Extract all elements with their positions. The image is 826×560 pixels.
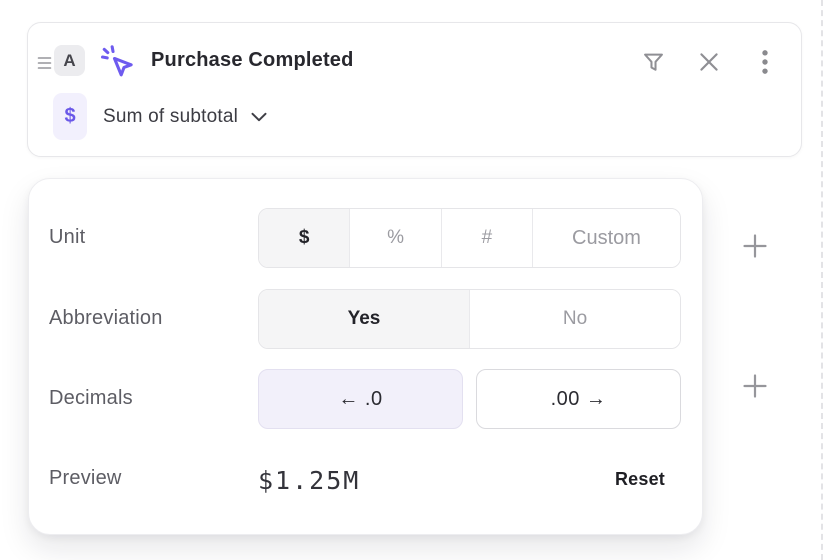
preview-value: $1.25M [258, 466, 360, 495]
chevron-down-icon [251, 112, 267, 122]
metric-dropdown-label: Sum of subtotal [103, 106, 238, 128]
decimals-decrease-button[interactable]: ← .0 [258, 369, 463, 429]
metric-dropdown[interactable]: Sum of subtotal [103, 93, 267, 140]
kebab-icon [751, 48, 779, 76]
close-button[interactable] [694, 47, 724, 77]
event-position-badge[interactable]: A [54, 45, 85, 76]
decimals-control: ← .0 .00 → [258, 369, 681, 429]
cursor-click-icon [98, 42, 138, 82]
abbreviation-option-no[interactable]: No [469, 290, 680, 348]
plus-icon [742, 373, 768, 399]
abbreviation-segmented-control: Yes No [258, 289, 681, 349]
funnel-icon [640, 49, 667, 76]
filter-button[interactable] [638, 47, 668, 77]
event-title[interactable]: Purchase Completed [151, 49, 354, 72]
reset-button[interactable]: Reset [615, 469, 665, 490]
number-format-panel: Unit $ % # Custom Abbreviation Yes No De… [28, 178, 703, 535]
add-metric-button-top[interactable] [741, 232, 769, 260]
abbreviation-option-yes[interactable]: Yes [259, 290, 469, 348]
unit-segmented-control: $ % # Custom [258, 208, 681, 268]
unit-label: Unit [49, 226, 85, 249]
metric-unit-badge: $ [53, 93, 87, 140]
more-options-button[interactable] [750, 47, 780, 77]
plus-icon [742, 233, 768, 259]
unit-option-custom[interactable]: Custom [532, 209, 680, 267]
event-card: A Purchase Completed $ Sum of subtotal [27, 22, 802, 157]
decimals-increase-button[interactable]: .00 → [476, 369, 681, 429]
background-gridline [821, 0, 823, 560]
abbreviation-label: Abbreviation [49, 307, 163, 330]
close-icon [696, 49, 722, 75]
decimals-label: Decimals [49, 387, 133, 410]
unit-option-percent[interactable]: % [349, 209, 440, 267]
add-metric-button-bottom[interactable] [741, 372, 769, 400]
unit-option-dollar[interactable]: $ [259, 209, 349, 267]
preview-label: Preview [49, 467, 122, 490]
unit-option-number[interactable]: # [441, 209, 532, 267]
drag-handle-icon[interactable] [34, 52, 54, 74]
